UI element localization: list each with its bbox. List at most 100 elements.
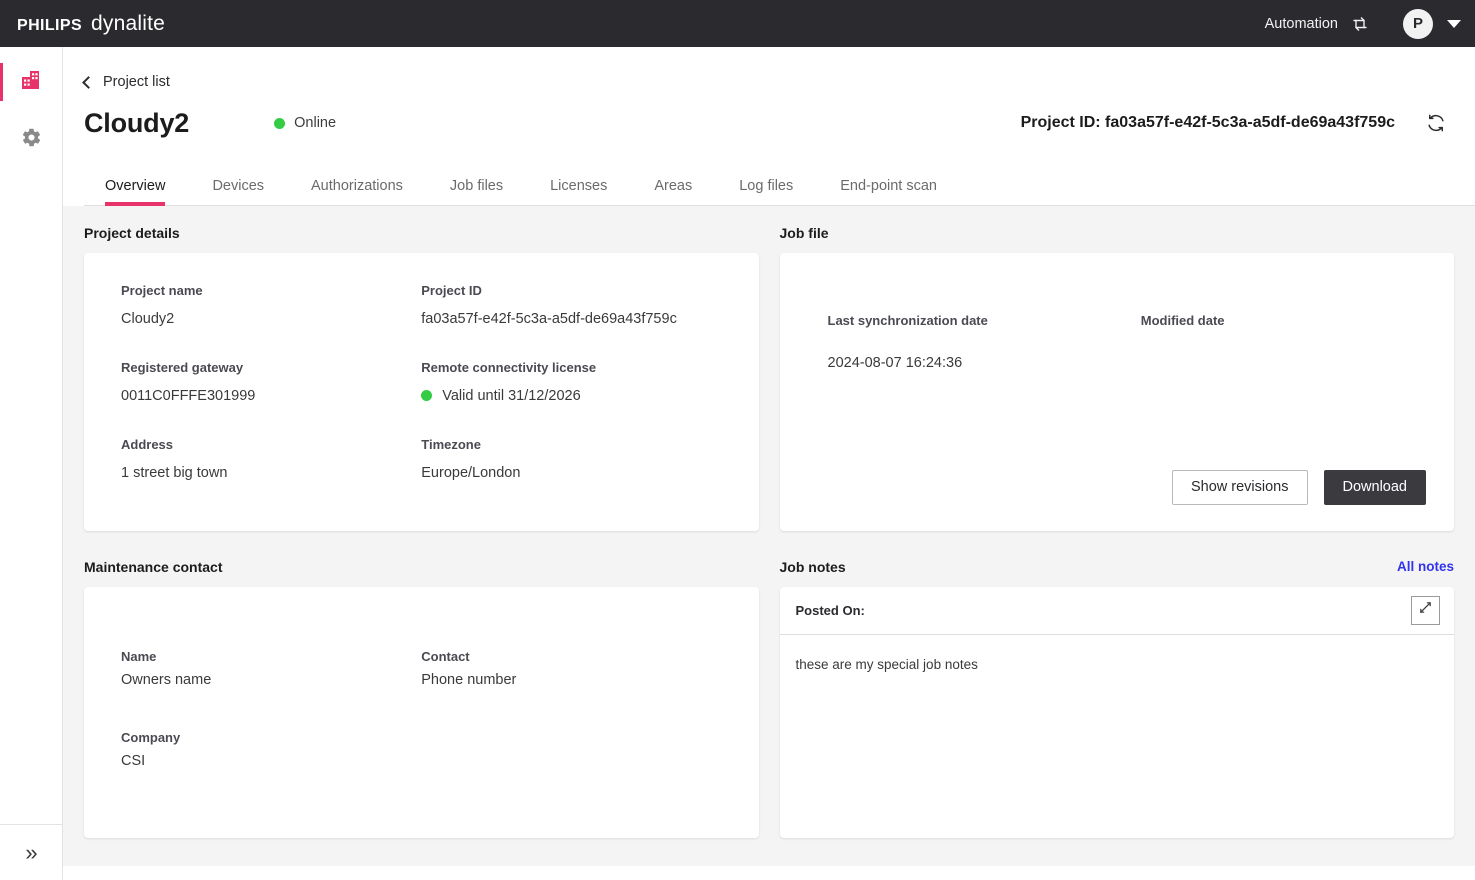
expand-diagonal-icon (1418, 600, 1433, 620)
maintenance-contact-card: Name Owners name Contact Phone number Co… (84, 587, 759, 838)
status-badge: Online (274, 115, 336, 131)
refresh-icon[interactable] (1425, 112, 1447, 134)
field-company: Company CSI (121, 730, 421, 769)
chevron-left-icon (82, 76, 95, 89)
last-sync-label: Last synchronization date (828, 313, 1141, 328)
contact-row-2: Company CSI (121, 730, 722, 769)
top-bar: PHILIPS dynalite Automation P (0, 0, 1475, 47)
contact-name-label: Name (121, 649, 421, 664)
gateway-label: Registered gateway (121, 360, 421, 375)
title-row: Cloudy2 Online Project ID: fa03a57f-e42f… (84, 108, 1475, 139)
job-notes-header: Posted On: (780, 587, 1455, 635)
tab-end-point-scan[interactable]: End-point scan (840, 178, 937, 205)
brand-logo[interactable]: PHILIPS dynalite (17, 12, 165, 36)
last-sync-value: 2024-08-07 16:24:36 (828, 355, 1141, 371)
field-contact-name: Name Owners name (121, 649, 421, 688)
page: Project list Cloudy2 Online Project ID: … (63, 47, 1475, 880)
project-name-label: Project name (121, 283, 421, 298)
job-notes-section: Job notes All notes Posted On: (780, 558, 1455, 838)
project-id-text: Project ID: fa03a57f-e42f-5c3a-a5df-de69… (1021, 114, 1395, 132)
contact-value: Phone number (421, 672, 721, 688)
project-details-row-2: Registered gateway 0011C0FFFE301999 Remo… (121, 360, 722, 404)
company-label: Company (121, 730, 421, 745)
breadcrumb-label: Project list (103, 74, 170, 90)
sidebar-item-projects[interactable] (0, 59, 62, 106)
all-notes-link[interactable]: All notes (1397, 559, 1454, 574)
job-notes-title-row: Job notes All notes (780, 558, 1455, 576)
project-details-section: Project details Project name Cloudy2 Pro… (84, 224, 759, 531)
field-registered-gateway: Registered gateway 0011C0FFFE301999 (121, 360, 421, 404)
status-label: Online (294, 115, 336, 131)
job-notes-text: these are my special job notes (780, 635, 1455, 694)
field-project-name: Project name Cloudy2 (121, 283, 421, 327)
maintenance-contact-section: Maintenance contact Name Owners name Con… (84, 558, 759, 838)
project-details-row-3: Address 1 street big town Timezone Europ… (121, 437, 722, 481)
row-top: Project details Project name Cloudy2 Pro… (84, 224, 1454, 531)
field-last-sync-date: Last synchronization date 2024-08-07 16:… (828, 313, 1141, 371)
row-bottom: Maintenance contact Name Owners name Con… (84, 558, 1454, 838)
timezone-label: Timezone (421, 437, 721, 452)
field-company-spacer (421, 730, 721, 769)
avatar-initial: P (1413, 15, 1423, 32)
chevron-down-icon[interactable] (1447, 20, 1461, 28)
left-rail: » (0, 47, 63, 880)
building-icon (20, 69, 42, 96)
expand-notes-button[interactable] (1411, 596, 1440, 625)
tab-overview[interactable]: Overview (105, 178, 165, 205)
tab-areas[interactable]: Areas (654, 178, 692, 205)
page-header: Project list Cloudy2 Online Project ID: … (63, 47, 1475, 206)
field-address: Address 1 street big town (121, 437, 421, 481)
rail-expand-button[interactable]: » (0, 824, 63, 880)
modified-label: Modified date (1141, 313, 1454, 328)
tab-log-files[interactable]: Log files (739, 178, 793, 205)
field-contact-phone: Contact Phone number (421, 649, 721, 688)
project-details-card: Project name Cloudy2 Project ID fa03a57f… (84, 253, 759, 531)
posted-on-label: Posted On: (796, 603, 865, 618)
job-file-card: Last synchronization date 2024-08-07 16:… (780, 253, 1455, 531)
maintenance-contact-title: Maintenance contact (84, 558, 759, 576)
sidebar-item-settings[interactable] (0, 116, 62, 163)
tab-devices[interactable]: Devices (212, 178, 264, 205)
page-body: Project details Project name Cloudy2 Pro… (63, 206, 1475, 866)
double-chevron-right-icon: » (25, 840, 37, 866)
brand-dynalite-text: dynalite (91, 12, 165, 36)
job-notes-card: Posted On: these are my special (780, 587, 1455, 838)
swap-icon[interactable] (1351, 15, 1369, 33)
field-project-id: Project ID fa03a57f-e42f-5c3a-a5df-de69a… (421, 283, 721, 327)
project-id-display: Project ID: fa03a57f-e42f-5c3a-a5df-de69… (1021, 112, 1475, 134)
contact-name-value: Owners name (121, 672, 421, 688)
gateway-value: 0011C0FFFE301999 (121, 388, 421, 404)
tab-licenses[interactable]: Licenses (550, 178, 607, 205)
tab-job-files[interactable]: Job files (450, 178, 503, 205)
contact-row-1: Name Owners name Contact Phone number (121, 649, 722, 688)
status-dot-icon (274, 118, 285, 129)
job-file-section: Job file Last synchronization date 2024-… (780, 224, 1455, 531)
address-value: 1 street big town (121, 465, 421, 481)
show-revisions-button[interactable]: Show revisions (1172, 470, 1308, 505)
gear-icon (21, 127, 42, 153)
address-label: Address (121, 437, 421, 452)
license-value: Valid until 31/12/2026 (442, 388, 580, 404)
job-file-fields: Last synchronization date 2024-08-07 16:… (780, 253, 1455, 371)
timezone-value: Europe/London (421, 465, 721, 481)
automation-label[interactable]: Automation (1265, 16, 1338, 32)
project-details-title: Project details (84, 224, 759, 242)
project-name-value: Cloudy2 (121, 311, 421, 327)
top-bar-right: Automation P (1265, 9, 1461, 39)
project-id-label: Project ID (421, 283, 721, 298)
field-timezone: Timezone Europe/London (421, 437, 721, 481)
tab-authorizations[interactable]: Authorizations (311, 178, 403, 205)
license-label: Remote connectivity license (421, 360, 721, 375)
avatar[interactable]: P (1403, 9, 1433, 39)
breadcrumb-back-project-list[interactable]: Project list (84, 74, 170, 90)
field-remote-connectivity-license: Remote connectivity license Valid until … (421, 360, 721, 404)
tab-bar: Overview Devices Authorizations Job file… (84, 166, 1475, 206)
company-value: CSI (121, 753, 421, 769)
project-details-row-1: Project name Cloudy2 Project ID fa03a57f… (121, 283, 722, 327)
contact-label: Contact (421, 649, 721, 664)
project-id-value: fa03a57f-e42f-5c3a-a5df-de69a43f759c (421, 311, 721, 327)
job-notes-title: Job notes (780, 559, 846, 575)
download-button[interactable]: Download (1324, 470, 1427, 505)
field-modified-date: Modified date (1141, 313, 1454, 371)
license-status: Valid until 31/12/2026 (421, 388, 721, 404)
